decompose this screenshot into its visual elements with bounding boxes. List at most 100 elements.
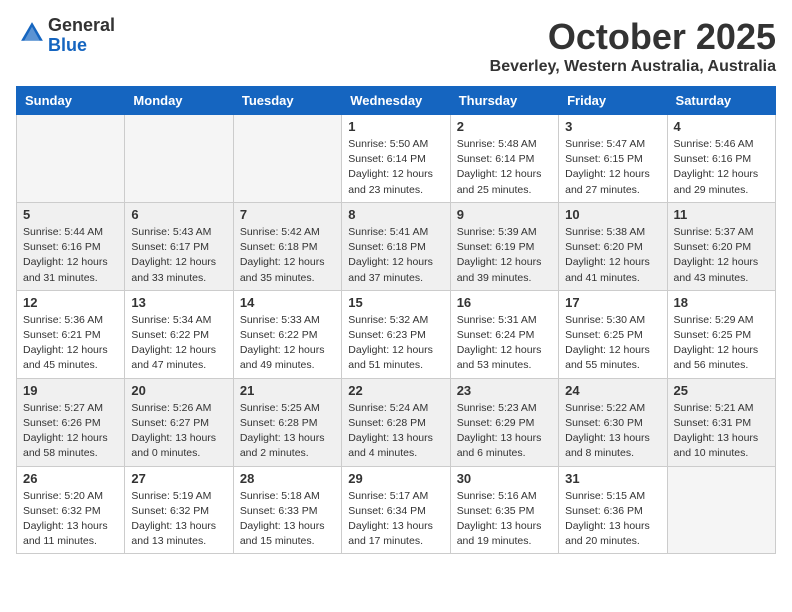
day-info: Sunrise: 5:29 AM Sunset: 6:25 PM Dayligh… — [674, 313, 769, 374]
day-number: 22 — [348, 383, 443, 398]
day-info: Sunrise: 5:31 AM Sunset: 6:24 PM Dayligh… — [457, 313, 552, 374]
title-block: October 2025 Beverley, Western Australia… — [490, 16, 776, 76]
day-number: 27 — [131, 471, 226, 486]
day-info: Sunrise: 5:19 AM Sunset: 6:32 PM Dayligh… — [131, 489, 226, 550]
day-info: Sunrise: 5:17 AM Sunset: 6:34 PM Dayligh… — [348, 489, 443, 550]
day-number: 20 — [131, 383, 226, 398]
calendar-day-cell: 10 Sunrise: 5:38 AM Sunset: 6:20 PM Dayli… — [559, 202, 667, 290]
logo-text: General Blue — [48, 16, 115, 56]
day-number: 3 — [565, 119, 660, 134]
day-info: Sunrise: 5:33 AM Sunset: 6:22 PM Dayligh… — [240, 313, 335, 374]
day-number: 6 — [131, 207, 226, 222]
calendar-day-cell: 25 Sunrise: 5:21 AM Sunset: 6:31 PM Dayli… — [667, 378, 775, 466]
day-info: Sunrise: 5:47 AM Sunset: 6:15 PM Dayligh… — [565, 137, 660, 198]
day-info: Sunrise: 5:41 AM Sunset: 6:18 PM Dayligh… — [348, 225, 443, 286]
day-info: Sunrise: 5:37 AM Sunset: 6:20 PM Dayligh… — [674, 225, 769, 286]
day-number: 13 — [131, 295, 226, 310]
day-info: Sunrise: 5:21 AM Sunset: 6:31 PM Dayligh… — [674, 401, 769, 462]
calendar-day-cell: 5Sunrise: 5:44 AM Sunset: 6:16 PM Daylig… — [17, 202, 125, 290]
day-info: Sunrise: 5:39 AM Sunset: 6:19 PM Dayligh… — [457, 225, 552, 286]
calendar-day-cell: 16 Sunrise: 5:31 AM Sunset: 6:24 PM Dayli… — [450, 290, 558, 378]
day-info: Sunrise: 5:34 AM Sunset: 6:22 PM Dayligh… — [131, 313, 226, 374]
calendar-day-cell: 6Sunrise: 5:43 AM Sunset: 6:17 PM Daylig… — [125, 202, 233, 290]
day-info: Sunrise: 5:42 AM Sunset: 6:18 PM Dayligh… — [240, 225, 335, 286]
day-number: 4 — [674, 119, 769, 134]
day-number: 10 — [565, 207, 660, 222]
calendar-day-cell: 21Sunrise: 5:25 AM Sunset: 6:28 PM Dayli… — [233, 378, 341, 466]
calendar-day-cell: 31 Sunrise: 5:15 AM Sunset: 6:36 PM Dayli… — [559, 466, 667, 554]
day-number: 8 — [348, 207, 443, 222]
location: Beverley, Western Australia, Australia — [490, 58, 776, 76]
calendar-week-row: 1Sunrise: 5:50 AM Sunset: 6:14 PM Daylig… — [17, 115, 776, 203]
day-number: 25 — [674, 383, 769, 398]
day-info: Sunrise: 5:44 AM Sunset: 6:16 PM Dayligh… — [23, 225, 118, 286]
day-number: 30 — [457, 471, 552, 486]
calendar-week-row: 12 Sunrise: 5:36 AM Sunset: 6:21 PM Dayli… — [17, 290, 776, 378]
calendar-week-row: 26 Sunrise: 5:20 AM Sunset: 6:32 PM Dayli… — [17, 466, 776, 554]
day-number: 19 — [23, 383, 118, 398]
calendar-day-cell: 8 Sunrise: 5:41 AM Sunset: 6:18 PM Daylig… — [342, 202, 450, 290]
weekday-header-friday: Friday — [559, 87, 667, 115]
day-number: 26 — [23, 471, 118, 486]
calendar-day-cell: 20 Sunrise: 5:26 AM Sunset: 6:27 PM Dayli… — [125, 378, 233, 466]
day-info: Sunrise: 5:50 AM Sunset: 6:14 PM Dayligh… — [348, 137, 443, 198]
day-info: Sunrise: 5:26 AM Sunset: 6:27 PM Dayligh… — [131, 401, 226, 462]
day-number: 15 — [348, 295, 443, 310]
day-number: 7 — [240, 207, 335, 222]
calendar-day-cell: 27 Sunrise: 5:19 AM Sunset: 6:32 PM Dayli… — [125, 466, 233, 554]
day-info: Sunrise: 5:15 AM Sunset: 6:36 PM Dayligh… — [565, 489, 660, 550]
calendar-day-cell: 1Sunrise: 5:50 AM Sunset: 6:14 PM Daylig… — [342, 115, 450, 203]
day-number: 16 — [457, 295, 552, 310]
logo-icon — [18, 19, 46, 47]
day-info: Sunrise: 5:23 AM Sunset: 6:29 PM Dayligh… — [457, 401, 552, 462]
day-number: 9 — [457, 207, 552, 222]
day-info: Sunrise: 5:22 AM Sunset: 6:30 PM Dayligh… — [565, 401, 660, 462]
calendar-day-cell — [233, 115, 341, 203]
day-info: Sunrise: 5:36 AM Sunset: 6:21 PM Dayligh… — [23, 313, 118, 374]
calendar-day-cell — [667, 466, 775, 554]
calendar-day-cell: 28Sunrise: 5:18 AM Sunset: 6:33 PM Dayli… — [233, 466, 341, 554]
calendar-day-cell: 19Sunrise: 5:27 AM Sunset: 6:26 PM Dayli… — [17, 378, 125, 466]
weekday-header-monday: Monday — [125, 87, 233, 115]
weekday-header-thursday: Thursday — [450, 87, 558, 115]
day-info: Sunrise: 5:20 AM Sunset: 6:32 PM Dayligh… — [23, 489, 118, 550]
calendar-week-row: 5Sunrise: 5:44 AM Sunset: 6:16 PM Daylig… — [17, 202, 776, 290]
calendar-week-row: 19Sunrise: 5:27 AM Sunset: 6:26 PM Dayli… — [17, 378, 776, 466]
calendar-day-cell: 30 Sunrise: 5:16 AM Sunset: 6:35 PM Dayli… — [450, 466, 558, 554]
calendar-day-cell: 14 Sunrise: 5:33 AM Sunset: 6:22 PM Dayli… — [233, 290, 341, 378]
weekday-header-saturday: Saturday — [667, 87, 775, 115]
day-info: Sunrise: 5:48 AM Sunset: 6:14 PM Dayligh… — [457, 137, 552, 198]
calendar-day-cell: 3 Sunrise: 5:47 AM Sunset: 6:15 PM Daylig… — [559, 115, 667, 203]
weekday-header-row: SundayMondayTuesdayWednesdayThursdayFrid… — [17, 87, 776, 115]
calendar-day-cell: 9 Sunrise: 5:39 AM Sunset: 6:19 PM Daylig… — [450, 202, 558, 290]
logo: General Blue — [16, 16, 115, 56]
day-number: 2 — [457, 119, 552, 134]
weekday-header-sunday: Sunday — [17, 87, 125, 115]
day-info: Sunrise: 5:18 AM Sunset: 6:33 PM Dayligh… — [240, 489, 335, 550]
day-number: 12 — [23, 295, 118, 310]
day-number: 24 — [565, 383, 660, 398]
day-info: Sunrise: 5:24 AM Sunset: 6:28 PM Dayligh… — [348, 401, 443, 462]
calendar-day-cell — [125, 115, 233, 203]
calendar-table: SundayMondayTuesdayWednesdayThursdayFrid… — [16, 86, 776, 554]
calendar-day-cell: 26 Sunrise: 5:20 AM Sunset: 6:32 PM Dayli… — [17, 466, 125, 554]
calendar-day-cell: 23Sunrise: 5:23 AM Sunset: 6:29 PM Dayli… — [450, 378, 558, 466]
calendar-day-cell — [17, 115, 125, 203]
day-number: 31 — [565, 471, 660, 486]
day-info: Sunrise: 5:30 AM Sunset: 6:25 PM Dayligh… — [565, 313, 660, 374]
calendar-day-cell: 18 Sunrise: 5:29 AM Sunset: 6:25 PM Dayli… — [667, 290, 775, 378]
calendar-day-cell: 13 Sunrise: 5:34 AM Sunset: 6:22 PM Dayli… — [125, 290, 233, 378]
day-info: Sunrise: 5:38 AM Sunset: 6:20 PM Dayligh… — [565, 225, 660, 286]
calendar-day-cell: 15 Sunrise: 5:32 AM Sunset: 6:23 PM Dayli… — [342, 290, 450, 378]
day-info: Sunrise: 5:46 AM Sunset: 6:16 PM Dayligh… — [674, 137, 769, 198]
weekday-header-tuesday: Tuesday — [233, 87, 341, 115]
day-info: Sunrise: 5:32 AM Sunset: 6:23 PM Dayligh… — [348, 313, 443, 374]
calendar-day-cell: 2 Sunrise: 5:48 AM Sunset: 6:14 PM Daylig… — [450, 115, 558, 203]
day-number: 29 — [348, 471, 443, 486]
day-number: 18 — [674, 295, 769, 310]
calendar-day-cell: 17Sunrise: 5:30 AM Sunset: 6:25 PM Dayli… — [559, 290, 667, 378]
day-info: Sunrise: 5:16 AM Sunset: 6:35 PM Dayligh… — [457, 489, 552, 550]
day-number: 21 — [240, 383, 335, 398]
calendar-day-cell: 29 Sunrise: 5:17 AM Sunset: 6:34 PM Dayli… — [342, 466, 450, 554]
day-number: 14 — [240, 295, 335, 310]
